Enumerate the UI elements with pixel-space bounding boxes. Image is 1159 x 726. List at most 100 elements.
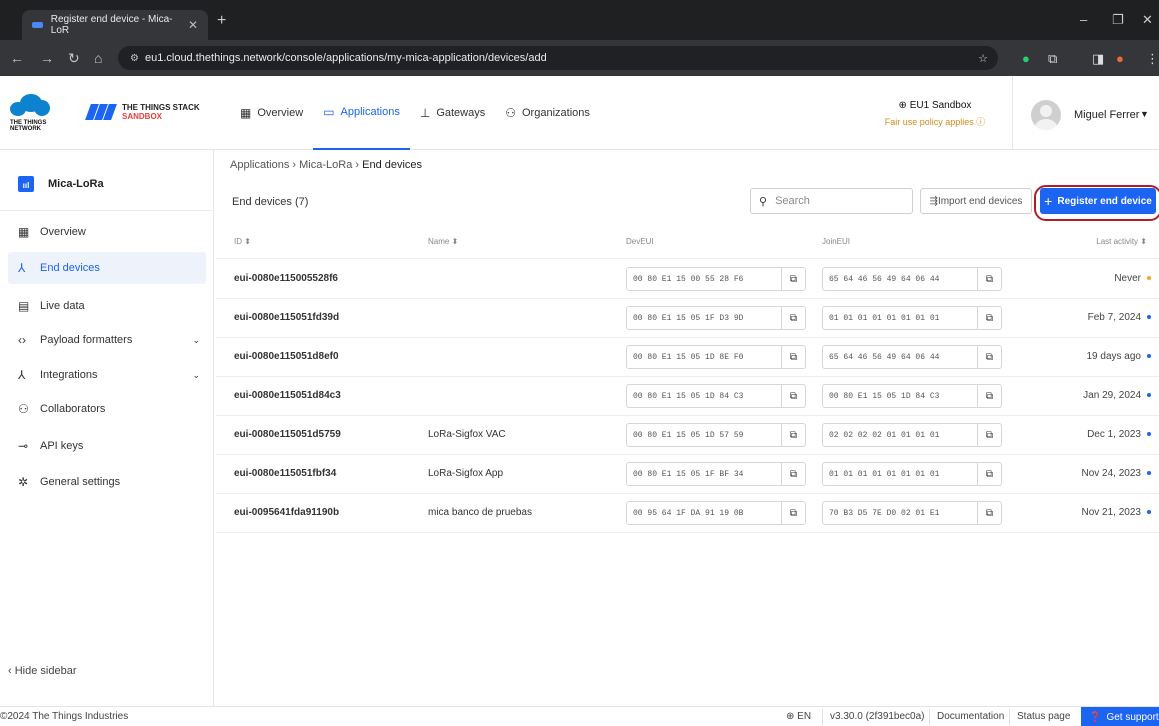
tts-logo[interactable]: THE THINGS STACK SANDBOX <box>85 103 200 121</box>
restore-icon[interactable]: ❐ <box>1112 12 1124 28</box>
site-info-icon[interactable]: ⚙ <box>130 53 139 64</box>
copy-icon[interactable]: ⧉ <box>782 345 806 369</box>
copy-icon[interactable]: ⧉ <box>978 462 1002 486</box>
chevron-down-icon[interactable]: ▼ <box>1140 109 1149 119</box>
language-selector[interactable]: ⊕ EN <box>786 711 811 722</box>
globe-icon: ⊕ <box>786 711 798 722</box>
last-activity: Jan 29, 2024 <box>1083 390 1151 401</box>
column-id[interactable]: ID ⬍ <box>234 237 251 246</box>
sidebar-item-integrations[interactable]: ⅄ Integrations ⌄ <box>8 359 206 391</box>
deveui-value: 00 80 E1 15 05 1F BF 34 <box>626 462 782 486</box>
reload-icon[interactable]: ↻ <box>68 50 80 67</box>
status-dot <box>1147 471 1151 476</box>
nav-overview[interactable]: ▦ Overview <box>230 76 313 150</box>
tab-close-icon[interactable]: ✕ <box>188 18 198 32</box>
application-icon: ııl <box>18 176 34 192</box>
copy-icon[interactable]: ⧉ <box>782 306 806 330</box>
import-label: Import end devices <box>937 195 1023 207</box>
home-icon[interactable]: ⌂ <box>94 50 102 66</box>
star-icon[interactable]: ☆ <box>978 52 988 65</box>
app-header: THE THINGS NETWORK THE THINGS STACK SAND… <box>0 76 1159 150</box>
sidebar-item-general-settings[interactable]: ✲ General settings <box>8 466 206 498</box>
breadcrumb: Applications › Mica-LoRa › End devices <box>230 159 422 171</box>
hide-sidebar-button[interactable]: ‹ Hide sidebar <box>8 665 77 677</box>
column-last-activity[interactable]: Last activity ⬍ <box>1096 237 1147 246</box>
last-activity: Nov 24, 2023 <box>1082 468 1151 479</box>
copy-icon[interactable]: ⧉ <box>978 501 1002 525</box>
user-name[interactable]: Miguel Ferrer <box>1074 109 1139 121</box>
status-dot <box>1147 276 1151 281</box>
sidebar-icon[interactable]: ◨ <box>1092 51 1104 67</box>
deveui-field: 00 80 E1 15 05 1D 8E F0 ⧉ <box>626 345 806 369</box>
extensions-icon[interactable]: ⧉ <box>1048 51 1057 67</box>
copy-icon[interactable]: ⧉ <box>978 306 1002 330</box>
nav-organizations[interactable]: ⚇ Organizations <box>495 76 600 150</box>
deveui-field: 00 80 E1 15 05 1D 84 C3 ⧉ <box>626 384 806 408</box>
table-row[interactable]: eui-0095641fda91190b mica banco de prueba… <box>216 494 1159 533</box>
copy-icon[interactable]: ⧉ <box>978 267 1002 291</box>
copy-icon[interactable]: ⧉ <box>978 423 1002 447</box>
copy-icon[interactable]: ⧉ <box>782 267 806 291</box>
tts-mark-icon <box>85 104 117 120</box>
last-activity: Dec 1, 2023 <box>1087 429 1151 440</box>
sidebar-item-overview[interactable]: ▦ Overview <box>8 216 206 248</box>
column-name[interactable]: Name ⬍ <box>428 237 458 246</box>
sidebar-item-end-devices[interactable]: ⅄ End devices <box>8 252 206 284</box>
back-icon[interactable]: ← <box>10 50 24 66</box>
browser-tab[interactable]: Register end device - Mica-LoR ✕ <box>22 10 208 40</box>
joineui-field: 70 B3 D5 7E D0 02 01 E1 ⧉ <box>822 501 1002 525</box>
address-bar[interactable]: ⚙ eu1.cloud.thethings.network/console/ap… <box>118 46 998 70</box>
sidebar-item-live-data[interactable]: ▤ Live data <box>8 290 206 322</box>
search-icon: ⚲ <box>759 195 768 208</box>
import-end-devices-button[interactable]: ⇶ Import end devices <box>920 188 1032 214</box>
tts-title: THE THINGS STACK <box>122 103 200 112</box>
copy-icon[interactable]: ⧉ <box>782 501 806 525</box>
status-dot <box>1147 510 1151 515</box>
breadcrumb-applications[interactable]: Applications <box>230 159 289 171</box>
cluster-selector[interactable]: ⊕ EU1 Sandbox Fair use policy applies ⓘ <box>880 100 990 128</box>
copy-icon[interactable]: ⧉ <box>782 423 806 447</box>
highlight-ring <box>1034 185 1159 221</box>
copy-icon[interactable]: ⧉ <box>782 462 806 486</box>
device-id: eui-0080e115051fbf34 <box>234 468 337 479</box>
key-icon: ⊸ <box>18 439 29 453</box>
header-divider <box>1012 76 1013 150</box>
extension-icon[interactable]: ● <box>1022 51 1030 66</box>
sidebar-item-api-keys[interactable]: ⊸ API keys <box>8 430 206 462</box>
table-row[interactable]: eui-0080e115051fd39d 00 80 E1 15 05 1F D3… <box>216 299 1159 338</box>
tab-favicon-icon <box>32 22 43 28</box>
get-support-button[interactable]: ❓ Get support <box>1081 707 1159 726</box>
tts-subtitle: SANDBOX <box>122 112 163 121</box>
avatar[interactable] <box>1031 100 1061 130</box>
table-row[interactable]: eui-0080e115005528f6 00 80 E1 15 00 55 28… <box>216 260 1159 299</box>
sidebar-item-collaborators[interactable]: ⚇ Collaborators <box>8 393 206 425</box>
help-icon[interactable]: ⓘ <box>974 117 985 127</box>
sidebar: ııl Mica-LoRa ▦ Overview ⅄ End devices ▤… <box>0 150 214 706</box>
nav-applications[interactable]: ▭ Applications <box>313 76 410 150</box>
copy-icon[interactable]: ⧉ <box>978 345 1002 369</box>
menu-icon[interactable]: ⋮ <box>1146 51 1159 67</box>
table-row[interactable]: eui-0080e115051fbf34 LoRa-Sigfox App 00 80… <box>216 455 1159 494</box>
table-row[interactable]: eui-0080e115051d8ef0 00 80 E1 15 05 1D 8E… <box>216 338 1159 377</box>
copy-icon[interactable]: ⧉ <box>978 384 1002 408</box>
device-id: eui-0080e115051d5759 <box>234 429 341 440</box>
breadcrumb-app[interactable]: Mica-LoRa <box>299 159 352 171</box>
nav-organizations-label: Organizations <box>522 107 590 119</box>
profile-icon[interactable]: ● <box>1116 51 1124 66</box>
copy-icon[interactable]: ⧉ <box>782 384 806 408</box>
minimize-icon[interactable]: – <box>1080 12 1087 27</box>
nav-overview-label: Overview <box>257 107 304 119</box>
status-page-link[interactable]: Status page <box>1017 711 1070 722</box>
ttn-logo[interactable]: THE THINGS NETWORK <box>10 94 60 132</box>
table-row[interactable]: eui-0080e115051d84c3 00 80 E1 15 05 1D 84… <box>216 377 1159 416</box>
version-label: v3.30.0 (2f391bec0a) <box>830 711 925 722</box>
window-close-icon[interactable]: ✕ <box>1142 12 1153 28</box>
new-tab-button[interactable]: + <box>217 12 226 30</box>
gateway-icon: ⊥ <box>419 106 431 120</box>
table-row[interactable]: eui-0080e115051d5759 LoRa-Sigfox VAC 00 80… <box>216 416 1159 455</box>
search-input[interactable]: ⚲ Search <box>750 188 913 214</box>
forward-icon[interactable]: → <box>40 50 54 66</box>
nav-gateways[interactable]: ⊥ Gateways <box>410 76 495 150</box>
sidebar-item-payload-formatters[interactable]: ‹› Payload formatters ⌄ <box>8 324 206 356</box>
documentation-link[interactable]: Documentation <box>937 711 1004 722</box>
